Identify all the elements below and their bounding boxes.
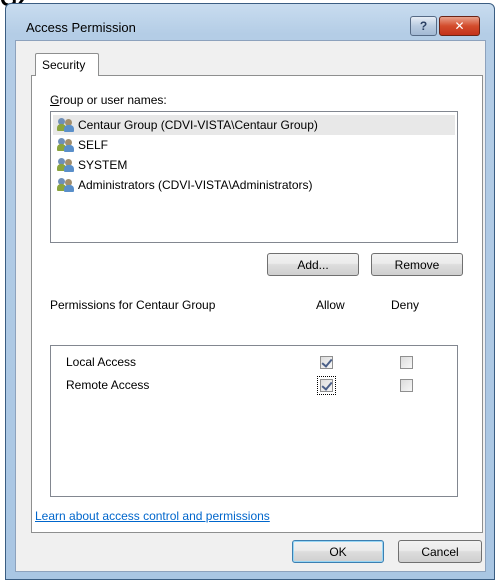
list-item[interactable]: SYSTEM: [53, 155, 455, 175]
permission-row-local-access: Local Access: [66, 355, 137, 369]
allow-local-access-checkbox[interactable]: [320, 356, 333, 369]
permissions-grid: Local Access Remote Access: [50, 345, 458, 497]
learn-more-link[interactable]: Learn about access control and permissio…: [35, 509, 270, 523]
users-icon: [57, 117, 75, 133]
allow-remote-access-checkbox[interactable]: [320, 379, 333, 392]
deny-local-access-checkbox[interactable]: [400, 356, 413, 369]
list-item-label: SELF: [78, 138, 109, 152]
allow-column-header: Allow: [316, 298, 345, 312]
group-user-list[interactable]: Centaur Group (CDVI-VISTA\Centaur Group)…: [50, 111, 458, 243]
users-icon: [57, 137, 75, 153]
dialog-client-area: Security Group or user names: Centaur Gr…: [15, 40, 486, 572]
dialog-window: Access Permission ? ✕ Security Group or …: [5, 3, 495, 580]
users-icon: [57, 157, 75, 173]
permissions-label: Permissions for Centaur Group: [50, 298, 216, 312]
users-icon: [57, 177, 75, 193]
window-title: Access Permission: [26, 20, 136, 35]
list-item-label: SYSTEM: [78, 158, 128, 172]
title-bar[interactable]: Access Permission ? ✕: [6, 4, 494, 40]
tab-security[interactable]: Security: [35, 53, 99, 76]
add-button[interactable]: Add...: [267, 253, 359, 276]
help-button[interactable]: ?: [410, 16, 437, 36]
close-button[interactable]: ✕: [439, 16, 480, 36]
cancel-button[interactable]: Cancel: [398, 540, 482, 563]
permission-row-remote-access: Remote Access: [66, 378, 150, 392]
group-user-names-label-text: roup or user names:: [59, 93, 167, 107]
list-item-label: Administrators (CDVI-VISTA\Administrator…: [78, 178, 313, 192]
group-user-names-label: Group or user names:: [50, 93, 167, 107]
list-item[interactable]: Administrators (CDVI-VISTA\Administrator…: [53, 175, 455, 195]
remove-button[interactable]: Remove: [371, 253, 463, 276]
deny-remote-access-checkbox[interactable]: [400, 379, 413, 392]
ok-button[interactable]: OK: [292, 540, 384, 563]
list-item-label: Centaur Group (CDVI-VISTA\Centaur Group): [78, 118, 318, 132]
list-item[interactable]: SELF: [53, 135, 455, 155]
list-item[interactable]: Centaur Group (CDVI-VISTA\Centaur Group): [53, 115, 455, 135]
deny-column-header: Deny: [391, 298, 420, 312]
